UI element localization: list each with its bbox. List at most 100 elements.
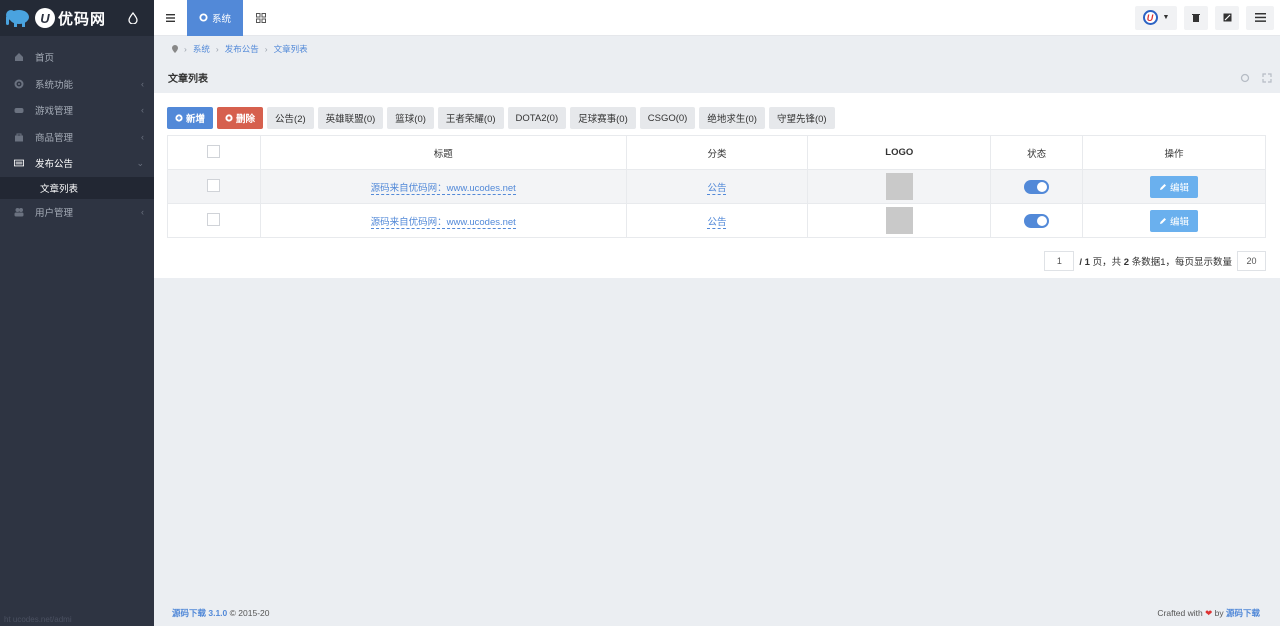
heart-icon: ❤ bbox=[1205, 608, 1213, 618]
column-header[interactable]: 状态 bbox=[990, 135, 1084, 170]
trash-button[interactable] bbox=[1184, 5, 1208, 30]
filter-button[interactable]: DOTA2(0) bbox=[507, 107, 567, 129]
newspaper-icon bbox=[14, 158, 24, 168]
map-marker-icon bbox=[172, 45, 178, 53]
logo-bar: U 优码网 bbox=[0, 0, 154, 36]
filter-button[interactable]: 英雄联盟(0) bbox=[317, 107, 384, 129]
menu-toggle-button[interactable] bbox=[154, 0, 187, 36]
table-row: 源码来自优码网：www.ucodes.net 公告 编辑 bbox=[167, 169, 1266, 204]
avatar: U bbox=[1142, 10, 1158, 25]
sidebar-item-games[interactable]: 游戏管理 ‹ bbox=[0, 97, 154, 124]
filter-button[interactable]: CSGO(0) bbox=[639, 107, 696, 129]
column-header[interactable]: 分类 bbox=[625, 135, 809, 170]
filter-button[interactable]: 公告(2) bbox=[267, 107, 314, 129]
pencil-icon bbox=[1160, 217, 1167, 224]
breadcrumb-item[interactable]: 系统 bbox=[193, 43, 210, 55]
logo-cell bbox=[807, 169, 992, 204]
sidebar-item-users[interactable]: 用户管理 ‹ bbox=[0, 199, 154, 226]
sidebar-item-system[interactable]: 系统功能 ‹ bbox=[0, 71, 154, 98]
sidebar-item-label: 系统功能 bbox=[35, 79, 74, 91]
sidebar-nav: 首页 系统功能 ‹ 游戏管理 ‹ 商品管理 ‹ 发布公告 ⌄ 文章列表 用户管理… bbox=[0, 44, 154, 225]
users-icon bbox=[14, 207, 24, 217]
footer-brand-link[interactable]: 源码下载 3.1.0 bbox=[172, 608, 227, 618]
gear-icon bbox=[199, 13, 208, 22]
sidebar: U 优码网 首页 系统功能 ‹ 游戏管理 ‹ 商品管理 ‹ 发布公告 ⌄ 文章列… bbox=[0, 0, 154, 626]
content-panel: 文章列表 新增 删除 公告(2) 英雄联盟(0) 篮球(0) 王者荣耀(0) D… bbox=[154, 62, 1280, 278]
footer-author-link[interactable]: 源码下载 bbox=[1226, 608, 1260, 618]
edit-button-label: 编辑 bbox=[1170, 182, 1190, 194]
logo-text: 优码网 bbox=[58, 10, 107, 28]
sidebar-item-label: 游戏管理 bbox=[35, 106, 74, 118]
edit-button[interactable]: 编辑 bbox=[1150, 209, 1199, 232]
delete-button-label: 删除 bbox=[236, 114, 256, 125]
filter-button[interactable]: 王者荣耀(0) bbox=[437, 107, 504, 129]
action-cell: 编辑 bbox=[1082, 169, 1266, 204]
row-select-cell bbox=[167, 203, 261, 238]
chevron-left-icon: ‹ bbox=[141, 206, 144, 217]
filter-button[interactable]: 绝地求生(0) bbox=[699, 107, 765, 129]
sidebar-subitem-article-list[interactable]: 文章列表 bbox=[0, 176, 154, 199]
pagination-text: / 1 页，共 2 条数据1，每页显示数量 bbox=[1079, 257, 1232, 268]
title-link[interactable]: 源码来自优码网：www.ucodes.net bbox=[370, 182, 516, 195]
refresh-icon[interactable] bbox=[1240, 73, 1250, 83]
add-button-label: 新增 bbox=[186, 114, 206, 125]
breadcrumb-item[interactable]: 文章列表 bbox=[274, 43, 308, 55]
column-header[interactable]: 标题 bbox=[259, 135, 627, 170]
panel-tools bbox=[1240, 72, 1272, 83]
category-link[interactable]: 公告 bbox=[707, 216, 727, 229]
row-checkbox[interactable] bbox=[207, 178, 221, 192]
page-number-input[interactable]: 1 bbox=[1044, 251, 1075, 271]
trash-icon bbox=[1192, 14, 1200, 22]
sidebar-item-products[interactable]: 商品管理 ‹ bbox=[0, 124, 154, 151]
logo-thumbnail[interactable] bbox=[885, 173, 913, 200]
sidebar-item-label: 首页 bbox=[35, 53, 55, 65]
table-header-row: 标题 分类 LOGO 状态 操作 bbox=[167, 135, 1266, 170]
title-link[interactable]: 源码来自优码网：www.ucodes.net bbox=[370, 216, 516, 229]
sidebar-item-home[interactable]: 首页 bbox=[0, 44, 154, 71]
filter-button[interactable]: 守望先锋(0) bbox=[768, 107, 835, 129]
edit-button-label: 编辑 bbox=[1170, 216, 1190, 228]
fullscreen-button[interactable] bbox=[1215, 5, 1239, 30]
topbar-actions: U ▼ bbox=[1135, 5, 1274, 30]
row-select-cell bbox=[167, 169, 261, 204]
row-checkbox[interactable] bbox=[207, 212, 221, 226]
home-icon bbox=[14, 52, 24, 62]
settings-panel-button[interactable] bbox=[1246, 5, 1274, 30]
select-all-checkbox[interactable] bbox=[207, 144, 221, 158]
status-toggle[interactable] bbox=[1024, 179, 1050, 194]
page-size-input[interactable]: 20 bbox=[1237, 251, 1266, 271]
footer-by-text: by bbox=[1214, 608, 1224, 618]
caret-down-icon: ▼ bbox=[1162, 14, 1170, 21]
status-url: ht ucodes.net/admi bbox=[4, 615, 72, 624]
add-button[interactable]: 新增 bbox=[167, 107, 214, 129]
edit-button[interactable]: 编辑 bbox=[1150, 175, 1199, 198]
pagination: 1 / 1 页，共 2 条数据1，每页显示数量 20 bbox=[1044, 251, 1266, 271]
expand-icon[interactable] bbox=[1262, 72, 1272, 83]
category-link[interactable]: 公告 bbox=[707, 182, 727, 195]
title-cell: 源码来自优码网：www.ucodes.net bbox=[259, 203, 627, 238]
footer-copyright-text: © 2015-20 bbox=[229, 608, 270, 618]
status-cell bbox=[990, 203, 1084, 238]
table-row: 源码来自优码网：www.ucodes.net 公告 编辑 bbox=[167, 203, 1266, 238]
filter-button[interactable]: 足球赛事(0) bbox=[570, 107, 636, 129]
user-menu-button[interactable]: U ▼ bbox=[1135, 5, 1177, 30]
hamburger-icon bbox=[166, 13, 175, 22]
list-toggle-icon bbox=[1254, 13, 1266, 22]
tab-system[interactable]: 系统 bbox=[187, 0, 243, 36]
page-title: 文章列表 bbox=[168, 74, 208, 85]
action-cell: 编辑 bbox=[1082, 203, 1266, 238]
select-all-cell bbox=[167, 135, 261, 170]
column-header: 操作 bbox=[1082, 135, 1266, 170]
gamepad-icon bbox=[14, 105, 24, 115]
droplet-icon[interactable] bbox=[128, 12, 138, 24]
delete-button[interactable]: 删除 bbox=[217, 107, 264, 129]
breadcrumb-item[interactable]: 发布公告 bbox=[225, 43, 259, 55]
filter-button[interactable]: 篮球(0) bbox=[387, 107, 434, 129]
tab-system-label: 系统 bbox=[211, 13, 231, 25]
status-toggle[interactable] bbox=[1024, 213, 1050, 228]
logo-thumbnail[interactable] bbox=[885, 207, 913, 234]
gear-icon bbox=[14, 79, 24, 89]
apps-grid-button[interactable] bbox=[243, 0, 279, 36]
sidebar-item-announcements[interactable]: 发布公告 ⌄ bbox=[0, 150, 154, 177]
panel-header: 文章列表 bbox=[154, 62, 1280, 93]
